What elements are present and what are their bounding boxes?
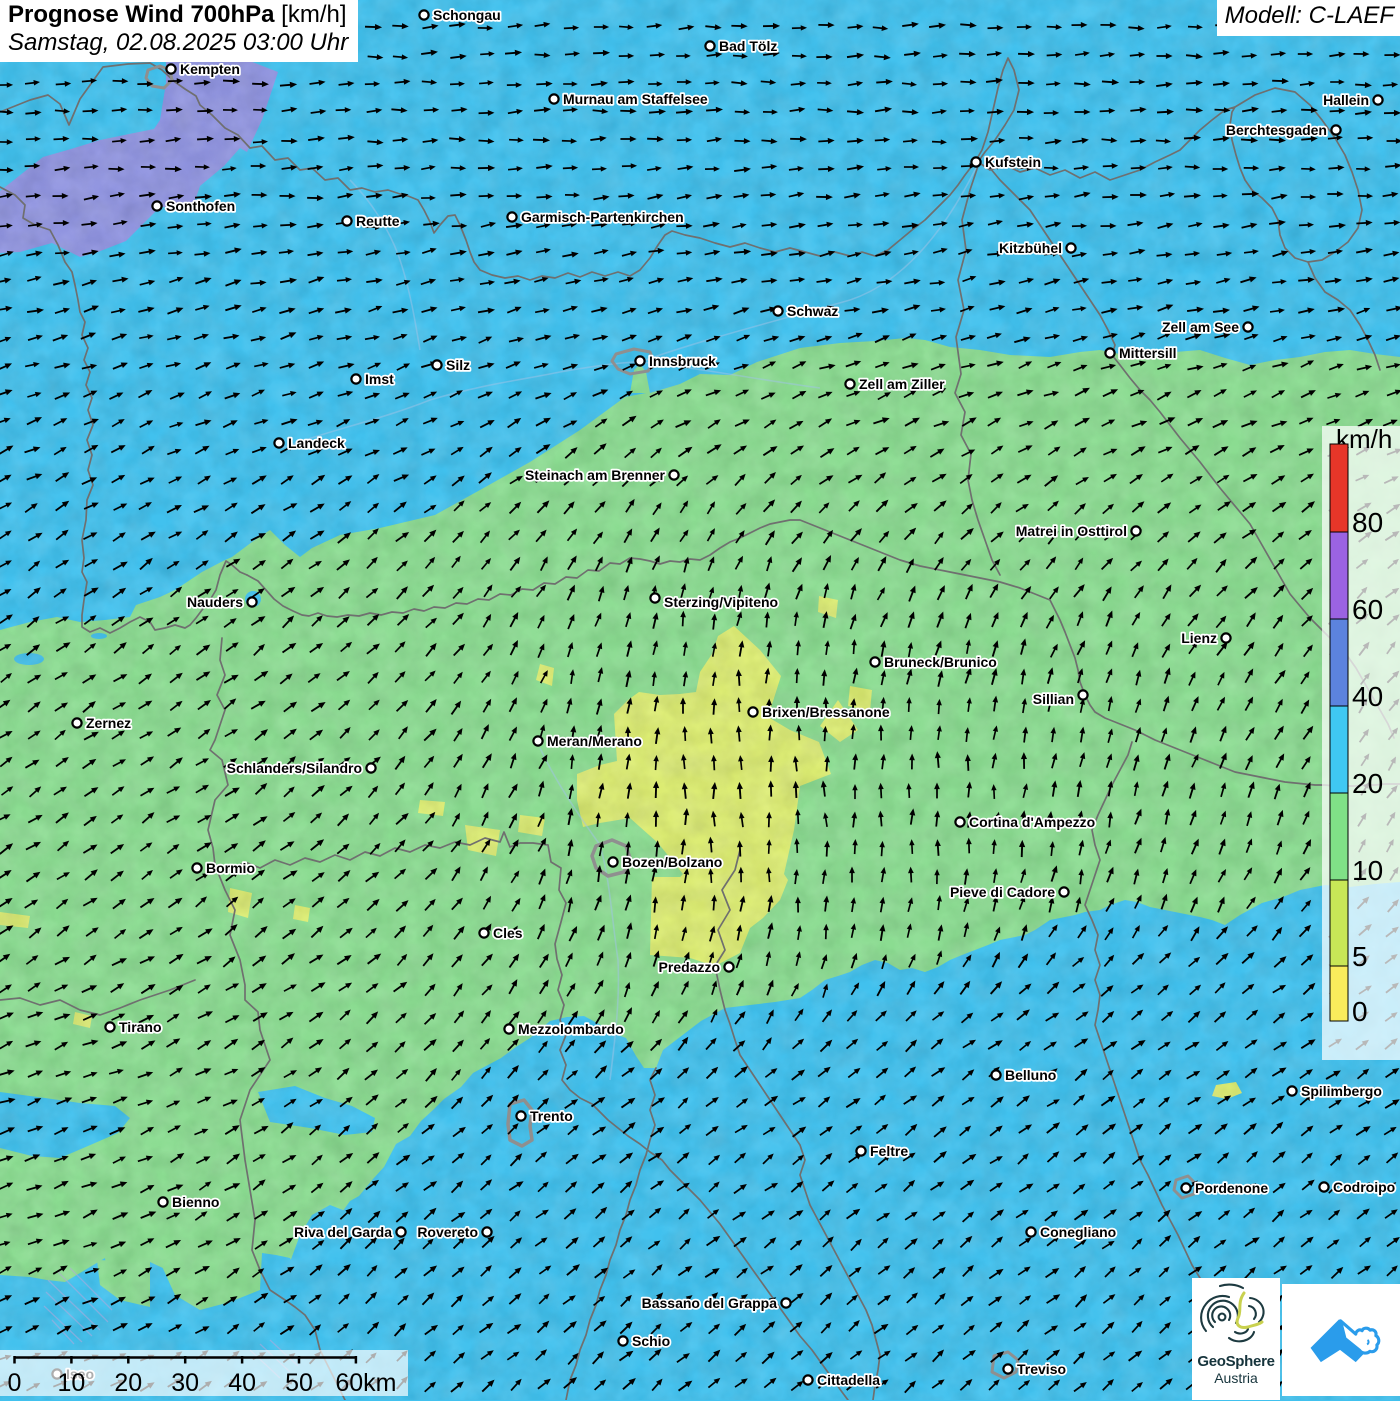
svg-text:Zell am See: Zell am See <box>1162 319 1239 335</box>
svg-text:Zell am Ziller: Zell am Ziller <box>859 376 945 392</box>
svg-text:80: 80 <box>1352 507 1383 538</box>
svg-text:Treviso: Treviso <box>1017 1361 1066 1377</box>
svg-text:Garmisch-Partenkirchen: Garmisch-Partenkirchen <box>521 209 684 225</box>
svg-text:20: 20 <box>1352 768 1383 799</box>
svg-text:Sillian: Sillian <box>1033 691 1074 707</box>
svg-text:Cles: Cles <box>493 925 523 941</box>
svg-text:Rovereto: Rovereto <box>417 1224 478 1240</box>
svg-text:Mezzolombardo: Mezzolombardo <box>518 1021 624 1037</box>
svg-text:Kempten: Kempten <box>180 61 240 77</box>
svg-text:40: 40 <box>1352 681 1383 712</box>
svg-text:20: 20 <box>114 1369 142 1397</box>
svg-text:Predazzo: Predazzo <box>659 959 720 975</box>
svg-text:Bruneck/Brunico: Bruneck/Brunico <box>884 654 997 670</box>
svg-text:Kufstein: Kufstein <box>985 154 1041 170</box>
svg-text:Bassano del Grappa: Bassano del Grappa <box>642 1295 778 1311</box>
svg-text:Steinach am Brenner: Steinach am Brenner <box>525 467 666 483</box>
svg-text:Tirano: Tirano <box>119 1019 162 1035</box>
svg-text:0: 0 <box>1352 996 1368 1027</box>
svg-text:10: 10 <box>57 1369 85 1397</box>
svg-text:Bozen/Bolzano: Bozen/Bolzano <box>622 854 722 870</box>
svg-text:Sterzing/Vipiteno: Sterzing/Vipiteno <box>664 594 778 610</box>
svg-text:Murnau am Staffelsee: Murnau am Staffelsee <box>563 91 708 107</box>
svg-text:0: 0 <box>8 1369 22 1397</box>
svg-text:Reutte: Reutte <box>356 213 400 229</box>
svg-text:Bormio: Bormio <box>206 860 255 876</box>
svg-text:Berchtesgaden: Berchtesgaden <box>1226 122 1327 138</box>
svg-text:10: 10 <box>1352 855 1383 886</box>
svg-text:Cortina d'Ampezzo: Cortina d'Ampezzo <box>969 814 1095 830</box>
svg-text:60km: 60km <box>335 1369 396 1397</box>
svg-text:Zernez: Zernez <box>86 715 131 731</box>
svg-text:60: 60 <box>1352 594 1383 625</box>
svg-text:Cittadella: Cittadella <box>817 1372 880 1388</box>
svg-text:Sonthofen: Sonthofen <box>166 198 235 214</box>
svg-text:Silz: Silz <box>446 357 470 373</box>
svg-text:Codroipo: Codroipo <box>1333 1179 1395 1195</box>
svg-text:40: 40 <box>228 1369 256 1397</box>
svg-text:Matrei in Osttirol: Matrei in Osttirol <box>1016 523 1127 539</box>
svg-text:Pordenone: Pordenone <box>1195 1180 1268 1196</box>
svg-text:Imst: Imst <box>365 371 394 387</box>
svg-text:Riva del Garda: Riva del Garda <box>294 1224 392 1240</box>
svg-text:Nauders: Nauders <box>187 594 243 610</box>
svg-text:Kitzbühel: Kitzbühel <box>999 240 1062 256</box>
svg-text:Landeck: Landeck <box>288 435 345 451</box>
svg-text:50: 50 <box>285 1369 313 1397</box>
svg-text:Lienz: Lienz <box>1181 630 1217 646</box>
svg-text:Schio: Schio <box>632 1333 670 1349</box>
svg-text:5: 5 <box>1352 941 1368 972</box>
svg-text:Spilimbergo: Spilimbergo <box>1301 1083 1382 1099</box>
svg-text:Schwaz: Schwaz <box>787 303 838 319</box>
svg-text:Feltre: Feltre <box>870 1143 908 1159</box>
svg-text:Pieve di Cadore: Pieve di Cadore <box>950 884 1055 900</box>
svg-text:Mittersill: Mittersill <box>1119 345 1177 361</box>
svg-text:Brixen/Bressanone: Brixen/Bressanone <box>762 704 890 720</box>
svg-text:Meran/Merano: Meran/Merano <box>547 733 642 749</box>
svg-text:Conegliano: Conegliano <box>1040 1224 1116 1240</box>
svg-text:Trento: Trento <box>530 1108 573 1124</box>
svg-text:Belluno: Belluno <box>1005 1067 1056 1083</box>
svg-text:Bienno: Bienno <box>172 1194 219 1210</box>
svg-text:Schlanders/Silandro: Schlanders/Silandro <box>227 760 362 776</box>
svg-text:Hallein: Hallein <box>1323 92 1369 108</box>
svg-text:30: 30 <box>171 1369 199 1397</box>
svg-text:Innsbruck: Innsbruck <box>649 353 716 369</box>
svg-text:Schongau: Schongau <box>433 7 501 23</box>
svg-text:Bad Tölz: Bad Tölz <box>719 38 777 54</box>
